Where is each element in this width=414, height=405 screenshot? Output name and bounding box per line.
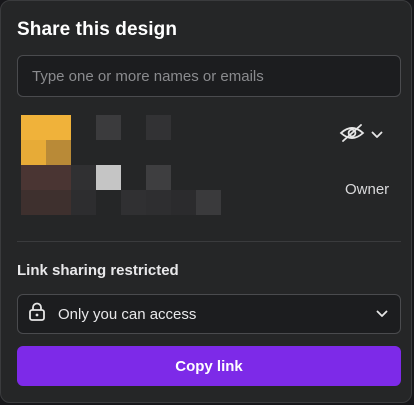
dialog-title: Share this design bbox=[17, 19, 178, 40]
lock-icon bbox=[28, 302, 46, 327]
divider bbox=[17, 241, 401, 242]
link-access-select[interactable]: Only you can access bbox=[17, 294, 401, 334]
share-dialog: Share this design Type one or more names… bbox=[0, 0, 412, 403]
eye-off-icon bbox=[339, 123, 365, 148]
member-row: Owner bbox=[21, 113, 401, 218]
copy-link-button[interactable]: Copy link bbox=[17, 346, 401, 386]
member-info-redacted bbox=[21, 113, 231, 218]
member-role: Owner bbox=[345, 181, 390, 198]
chevron-down-icon bbox=[376, 305, 388, 323]
link-access-value: Only you can access bbox=[58, 305, 197, 323]
link-sharing-heading: Link sharing restricted bbox=[17, 262, 179, 279]
chevron-down-icon bbox=[371, 126, 383, 144]
people-search-input[interactable] bbox=[17, 55, 401, 97]
member-visibility-dropdown[interactable] bbox=[339, 121, 395, 149]
